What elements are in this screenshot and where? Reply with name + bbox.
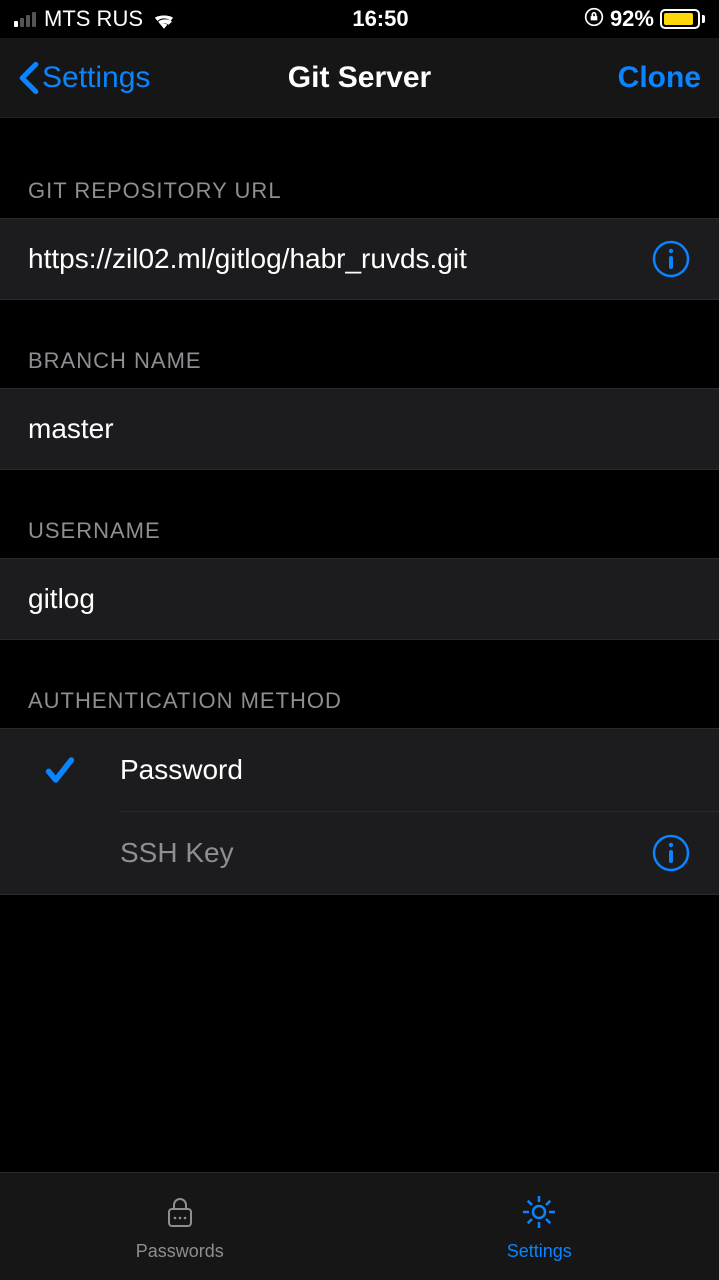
back-button[interactable]: Settings — [18, 61, 150, 95]
status-right: 92% — [584, 6, 705, 32]
repo-url-input[interactable] — [28, 243, 651, 275]
chevron-left-icon — [18, 61, 40, 95]
tab-settings-label: Settings — [507, 1241, 572, 1262]
status-left: MTS RUS — [14, 6, 177, 32]
auth-method-group: Password SSH Key — [0, 728, 719, 895]
username-input[interactable] — [28, 583, 691, 615]
auth-ssh-label: SSH Key — [120, 837, 651, 869]
carrier-label: MTS RUS — [44, 6, 143, 32]
back-label: Settings — [42, 61, 150, 95]
gear-icon — [519, 1192, 559, 1237]
battery-percent: 92% — [610, 6, 654, 32]
clone-button[interactable]: Clone — [618, 61, 701, 95]
username-cell — [0, 558, 719, 640]
content-scroll[interactable]: GIT REPOSITORY URL BRANCH NAME USERNAME … — [0, 118, 719, 1172]
auth-option-ssh[interactable]: SSH Key — [0, 812, 719, 894]
status-bar: MTS RUS 16:50 92% — [0, 0, 719, 38]
cellular-signal-icon — [14, 12, 36, 27]
info-icon — [651, 833, 691, 873]
repo-url-cell — [0, 218, 719, 300]
orientation-lock-icon — [584, 7, 604, 32]
tab-passwords-label: Passwords — [136, 1241, 224, 1262]
tab-passwords[interactable]: Passwords — [0, 1173, 360, 1280]
tab-settings[interactable]: Settings — [360, 1173, 719, 1280]
section-header-auth: AUTHENTICATION METHOD — [0, 640, 719, 728]
section-header-branch: BRANCH NAME — [0, 300, 719, 388]
lock-icon — [160, 1192, 200, 1237]
info-icon — [651, 239, 691, 279]
branch-cell — [0, 388, 719, 470]
wifi-icon — [151, 9, 177, 29]
section-header-repo-url: GIT REPOSITORY URL — [0, 118, 719, 218]
auth-option-password[interactable]: Password — [0, 729, 719, 811]
section-header-username: USERNAME — [0, 470, 719, 558]
tab-bar: Passwords Settings — [0, 1172, 719, 1280]
repo-url-info-button[interactable] — [651, 239, 691, 279]
ssh-info-button[interactable] — [651, 833, 691, 873]
auth-password-label: Password — [120, 754, 691, 786]
navigation-bar: Settings Git Server Clone — [0, 38, 719, 118]
battery-icon — [660, 9, 705, 29]
branch-input[interactable] — [28, 413, 691, 445]
status-time: 16:50 — [352, 6, 408, 32]
checkmark-icon — [0, 753, 120, 787]
